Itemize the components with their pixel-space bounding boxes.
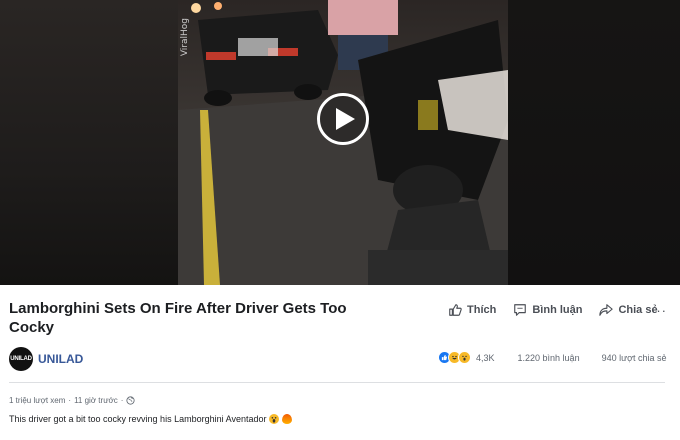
video-blur-left [0,0,178,285]
play-button[interactable] [317,93,369,145]
share-icon [599,304,614,316]
reactions[interactable] [438,351,471,364]
share-count[interactable]: 940 lượt chia sẻ [602,353,667,363]
post-title: Lamborghini Sets On Fire After Driver Ge… [9,300,347,336]
like-icon [449,304,462,316]
meta-separator-2: · [120,396,124,405]
view-count: 1 triệu lượt xem [9,396,66,405]
comment-button[interactable]: Bình luận [513,303,582,317]
video-player[interactable]: ViralHog [0,0,680,285]
post-description: This driver got a bit too cocky revving … [9,414,293,424]
fire-emoji-icon [282,414,293,424]
post-time[interactable]: 11 giờ trước [74,396,118,405]
like-label: Thích [467,304,497,316]
share-button[interactable]: Chia sẻ [599,303,658,317]
divider [9,382,665,383]
scream-emoji-icon [269,414,280,424]
comment-icon [514,304,527,316]
comment-count[interactable]: 1.220 bình luận [518,353,580,363]
post-stats: 4,3K 1.220 bình luận 940 lượt chia sẻ [438,351,667,364]
comment-label: Bình luận [532,304,583,316]
description-text: This driver got a bit too cocky revving … [9,414,267,424]
play-icon [336,108,355,130]
post-actions: Thích Bình luận Chia sẻ [448,303,675,317]
video-blur-right [508,0,680,285]
wow-reaction-icon [458,351,471,364]
post-meta: 1 triệu lượt xem · 11 giờ trước · [9,396,136,405]
globe-icon [126,396,136,405]
like-button[interactable]: Thích [448,303,496,317]
reaction-count[interactable]: 4,3K [476,353,495,363]
video-watermark: ViralHog [180,18,190,57]
page-info: UNILAD UNILAD [9,347,83,371]
more-options-button[interactable]: ··· [651,303,667,318]
avatar[interactable]: UNILAD [9,347,33,371]
page-name-link[interactable]: UNILAD [38,352,83,366]
meta-separator: · [68,396,72,405]
